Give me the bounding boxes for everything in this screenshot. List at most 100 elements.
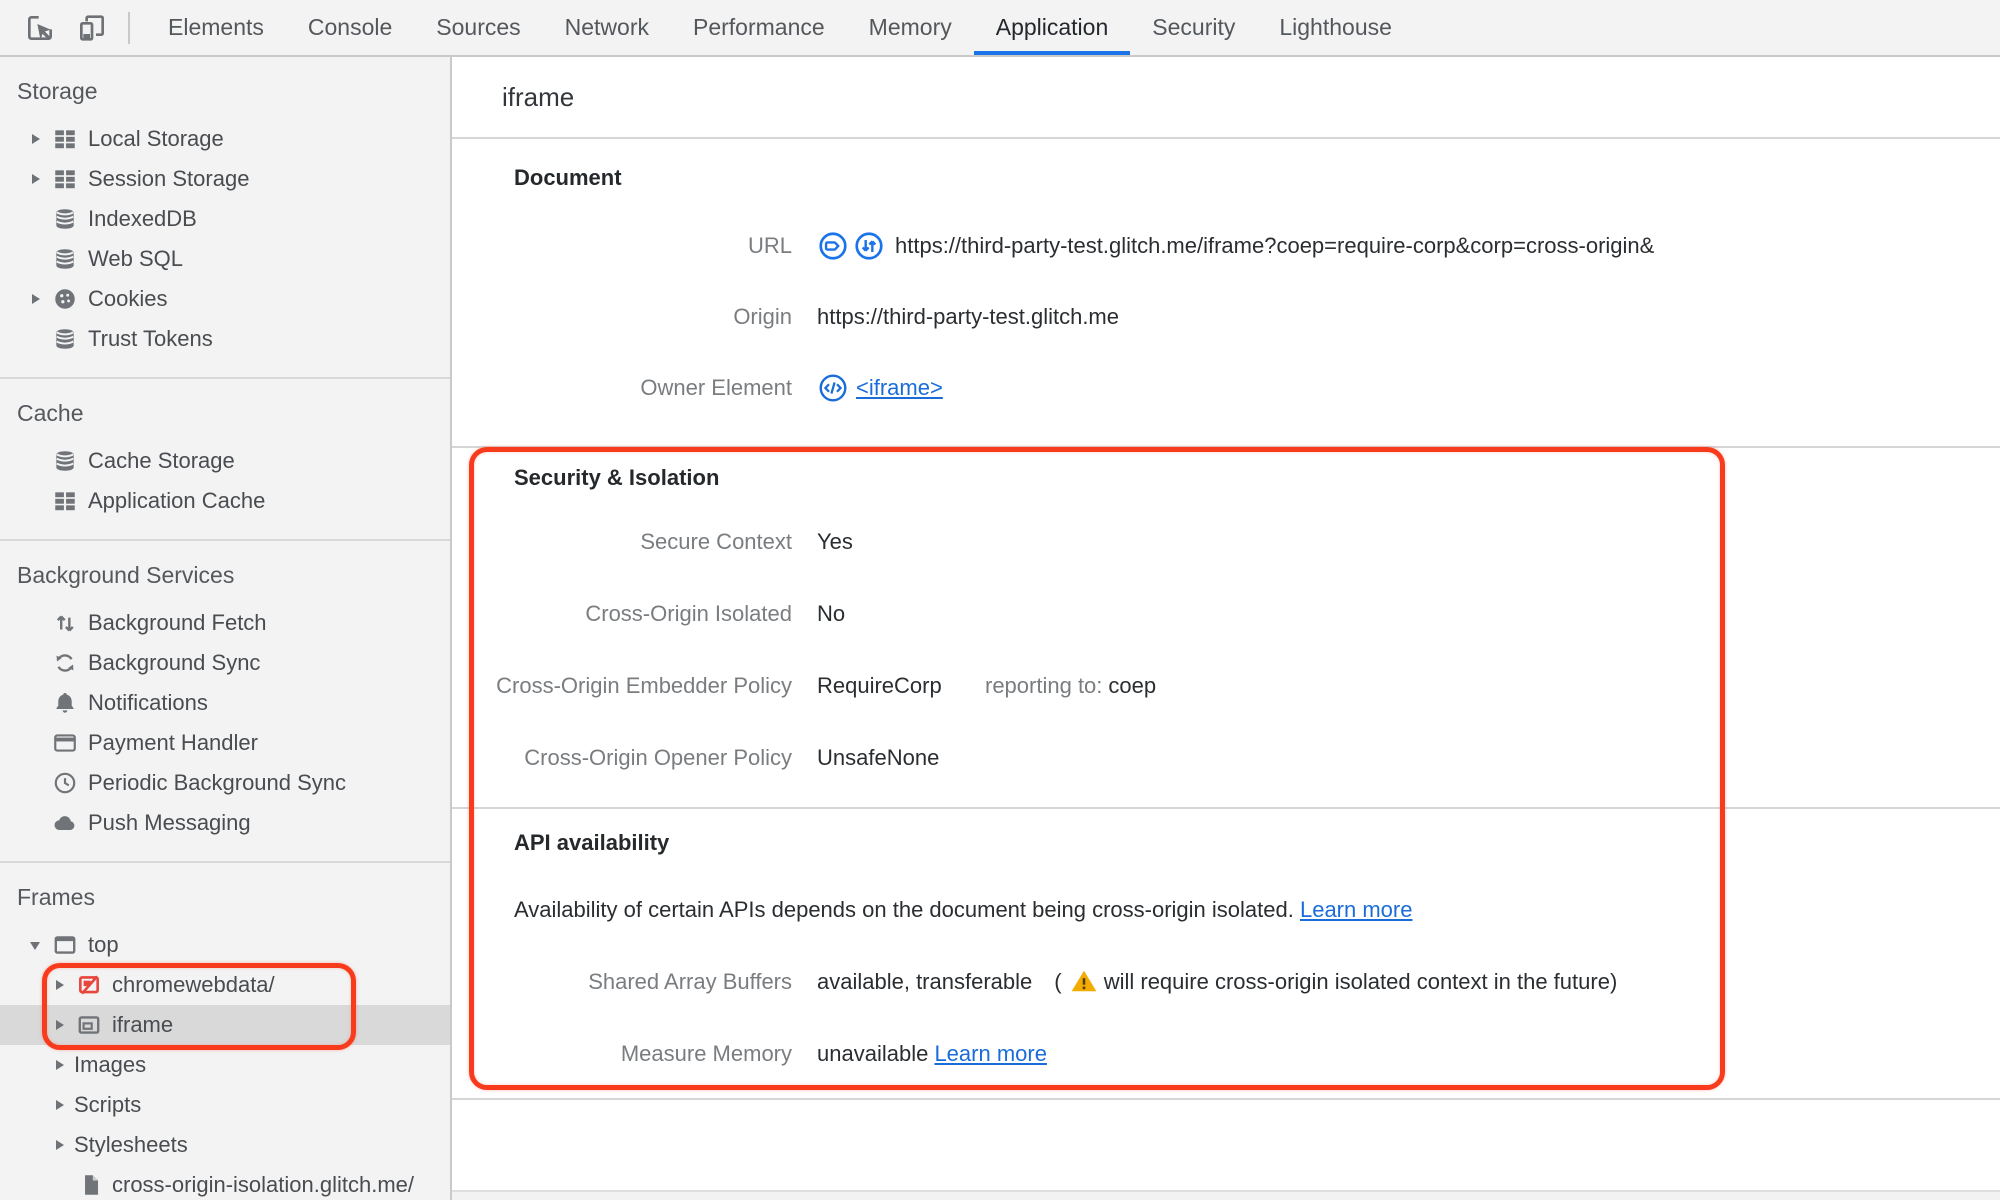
shared-array-buffers-value: available, transferable [817, 969, 1033, 994]
divider [452, 446, 2000, 448]
payment-card-icon [52, 730, 78, 756]
item-label: Notifications [88, 690, 208, 715]
sidebar-item-stylesheets[interactable]: Stylesheets [0, 1125, 450, 1165]
section-background-services: Background Services Background Fetch Bac… [0, 541, 450, 863]
section-title-background-services: Background Services [17, 562, 235, 588]
reveal-in-elements-icon[interactable] [817, 372, 849, 404]
coep-reporting-value: coep [1108, 673, 1157, 698]
inspect-element-icon[interactable] [24, 12, 56, 44]
sidebar-item-session-storage[interactable]: Session Storage [0, 159, 450, 199]
table-icon [52, 126, 78, 152]
item-label: Web SQL [88, 246, 183, 271]
sidebar-item-chromewebdata-frame[interactable]: chromewebdata/ [0, 965, 450, 1005]
sidebar-item-payment-handler[interactable]: Payment Handler [0, 723, 450, 763]
sidebar-item-local-storage[interactable]: Local Storage [0, 119, 450, 159]
cross-origin-isolated-value: No [817, 601, 846, 626]
item-label: Scripts [74, 1092, 142, 1117]
bottom-strip [452, 1192, 2000, 1200]
sidebar-item-iframe-frame[interactable]: iframe [0, 1005, 450, 1045]
open-in-sources-icon[interactable] [817, 230, 849, 262]
database-icon [52, 206, 78, 232]
open-in-network-icon[interactable] [853, 230, 885, 262]
cross-origin-isolated-row: Cross-Origin Isolated No [452, 594, 2000, 634]
learn-more-link[interactable]: Learn more [934, 1041, 1047, 1066]
api-availability-intro: Availability of certain APIs depends on … [514, 890, 1412, 930]
sidebar-item-cookies[interactable]: Cookies [0, 279, 450, 319]
tab-memory[interactable]: Memory [847, 0, 974, 55]
sidebar-item-top-frame[interactable]: top [0, 925, 450, 965]
secure-context-row: Secure Context Yes [452, 522, 2000, 562]
section-cache: Cache Cache Storage Application Cache [0, 379, 450, 541]
tab-application[interactable]: Application [973, 0, 1131, 55]
item-label: Background Sync [88, 650, 261, 675]
sidebar-item-notifications[interactable]: Notifications [0, 683, 450, 723]
section-frames: Frames top chromewebdata/ iframe Images … [0, 863, 450, 1200]
chevron-right-icon[interactable] [52, 978, 66, 992]
item-label: Images [74, 1052, 147, 1077]
tab-network[interactable]: Network [543, 0, 671, 55]
item-label: Cache Storage [88, 448, 235, 473]
iframe-element-link[interactable]: <iframe> [856, 368, 943, 408]
section-title-cache: Cache [17, 400, 84, 426]
section-title-frames: Frames [17, 884, 95, 910]
database-icon [52, 448, 78, 474]
sidebar-item-background-fetch[interactable]: Background Fetch [0, 603, 450, 643]
item-label: Stylesheets [74, 1132, 188, 1157]
chevron-right-icon[interactable] [28, 292, 42, 306]
up-down-arrows-icon [52, 610, 78, 636]
bell-icon [52, 690, 78, 716]
item-label: Background Fetch [88, 610, 267, 635]
chevron-right-icon[interactable] [28, 132, 42, 146]
chevron-right-icon[interactable] [28, 172, 42, 186]
sidebar-item-indexeddb[interactable]: IndexedDB [0, 199, 450, 239]
sidebar-item-background-sync[interactable]: Background Sync [0, 643, 450, 683]
sidebar-item-trust-tokens[interactable]: Trust Tokens [0, 319, 450, 359]
item-label: Push Messaging [88, 810, 251, 835]
sidebar-item-cache-storage[interactable]: Cache Storage [0, 441, 450, 481]
divider [452, 137, 2000, 139]
measure-memory-label: Measure Memory [620, 1041, 792, 1066]
chevron-down-icon[interactable] [28, 938, 42, 952]
tab-security[interactable]: Security [1130, 0, 1257, 55]
tab-performance[interactable]: Performance [671, 0, 847, 55]
sidebar-item-periodic-background-sync[interactable]: Periodic Background Sync [0, 763, 450, 803]
database-icon [52, 326, 78, 352]
api-intro-text: Availability of certain APIs depends on … [514, 897, 1294, 922]
chevron-right-icon[interactable] [52, 1058, 66, 1072]
measure-memory-value: unavailable [817, 1041, 929, 1066]
sidebar-item-application-cache[interactable]: Application Cache [0, 481, 450, 521]
device-toolbar-icon[interactable] [76, 12, 108, 44]
tab-sources[interactable]: Sources [414, 0, 542, 55]
sidebar-item-images[interactable]: Images [0, 1045, 450, 1085]
secure-context-value: Yes [817, 529, 853, 554]
sidebar-item-scripts[interactable]: Scripts [0, 1085, 450, 1125]
coep-reporting: reporting to: coep [985, 666, 1156, 706]
coop-row: Cross-Origin Opener Policy UnsafeNone [452, 738, 2000, 778]
item-label: Session Storage [88, 166, 250, 191]
item-label: Local Storage [88, 126, 224, 151]
tab-elements[interactable]: Elements [146, 0, 286, 55]
api-availability-heading: API availability [514, 830, 670, 855]
shared-array-buffers-value-group: available, transferable ( will require cr… [817, 962, 1617, 1002]
item-label: Payment Handler [88, 730, 258, 755]
chevron-right-icon[interactable] [52, 1098, 66, 1112]
item-label: chromewebdata/ [112, 972, 275, 997]
warning-icon [1070, 967, 1098, 995]
chevron-right-icon[interactable] [52, 1018, 66, 1032]
origin-row: Origin https://third-party-test.glitch.m… [452, 297, 2000, 337]
sidebar-item-web-sql[interactable]: Web SQL [0, 239, 450, 279]
item-label: Cookies [88, 286, 168, 311]
item-label: Periodic Background Sync [88, 770, 347, 795]
tab-lighthouse[interactable]: Lighthouse [1257, 0, 1414, 55]
blocked-frame-icon [76, 972, 102, 998]
sidebar-item-push-messaging[interactable]: Push Messaging [0, 803, 450, 843]
tab-console[interactable]: Console [286, 0, 414, 55]
url-row: URL https://third-party-test.glitch.me/i… [452, 226, 2000, 266]
file-icon [78, 1172, 104, 1198]
chevron-right-icon[interactable] [52, 1138, 66, 1152]
document-section-heading: Document [514, 165, 622, 190]
learn-more-link[interactable]: Learn more [1300, 897, 1413, 922]
divider [452, 1098, 2000, 1100]
origin-label: Origin [733, 304, 792, 329]
sidebar-item-cross-origin-isolation-file[interactable]: cross-origin-isolation.glitch.me/ [0, 1165, 450, 1200]
